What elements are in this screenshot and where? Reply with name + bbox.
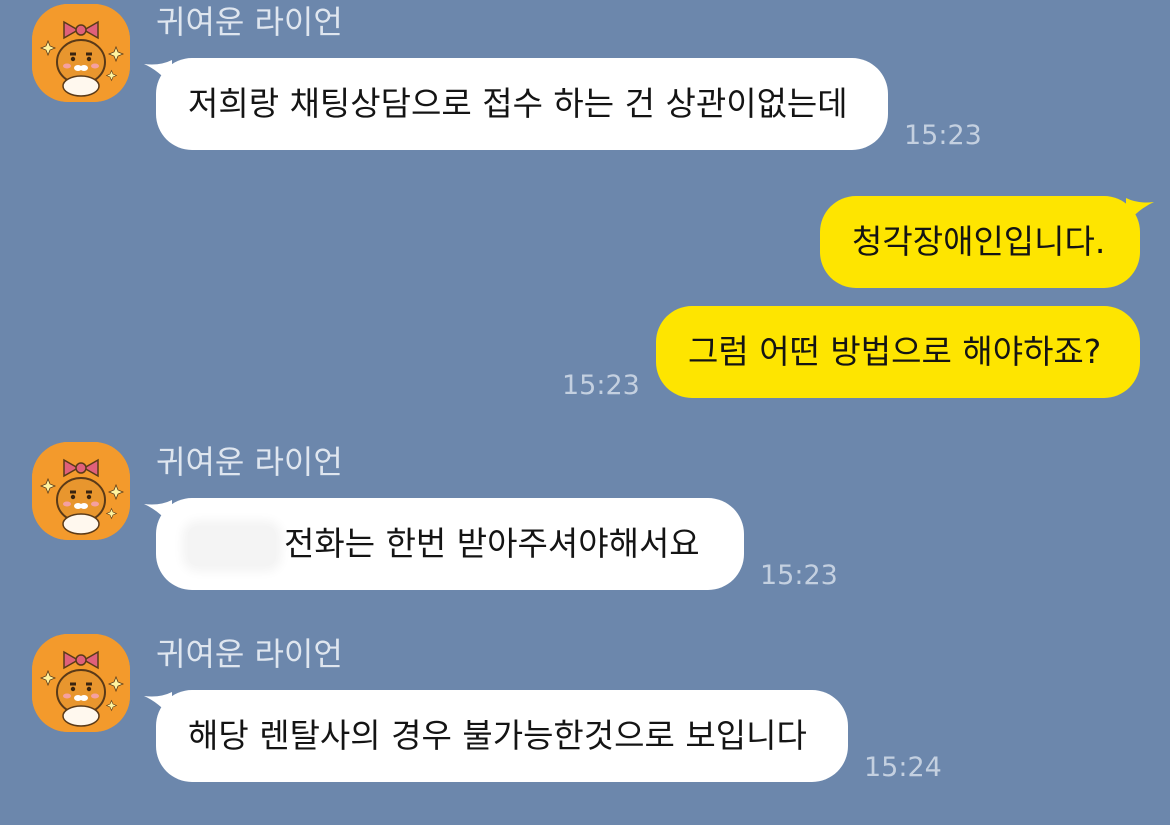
message-timestamp: 15:23 [562,370,640,401]
message-bubble[interactable]: 전화는 한번 받아주셔야해서요 [156,498,744,590]
message-bubble[interactable]: 그럼 어떤 방법으로 해야하죠? [656,306,1140,398]
message-text: 전화는 한번 받아주셔야해서요 [284,524,700,563]
chat-window: 귀여운 라이언 저희랑 채팅상담으로 접수 하는 건 상관이없는데 15:23 … [0,0,1170,825]
message-timestamp: 15:23 [760,560,838,591]
sender-name: 귀여운 라이언 [156,443,343,481]
ryan-character-icon [32,634,130,732]
sender-avatar[interactable] [32,634,130,732]
bubble-tail [1126,198,1154,224]
message-timestamp: 15:23 [904,120,982,151]
message-bubble[interactable]: 해당 렌탈사의 경우 불가능한것으로 보입니다 [156,690,848,782]
message-bubble[interactable]: 청각장애인입니다. [820,196,1140,288]
ryan-character-icon [32,442,130,540]
message-timestamp: 15:24 [864,752,942,783]
redacted-text-blur [188,525,276,566]
sender-avatar[interactable] [32,4,130,102]
message-bubble[interactable]: 저희랑 채팅상담으로 접수 하는 건 상관이없는데 [156,58,888,150]
sender-avatar[interactable] [32,442,130,540]
sender-name: 귀여운 라이언 [156,3,343,41]
ryan-character-icon [32,4,130,102]
sender-name: 귀여운 라이언 [156,635,343,673]
